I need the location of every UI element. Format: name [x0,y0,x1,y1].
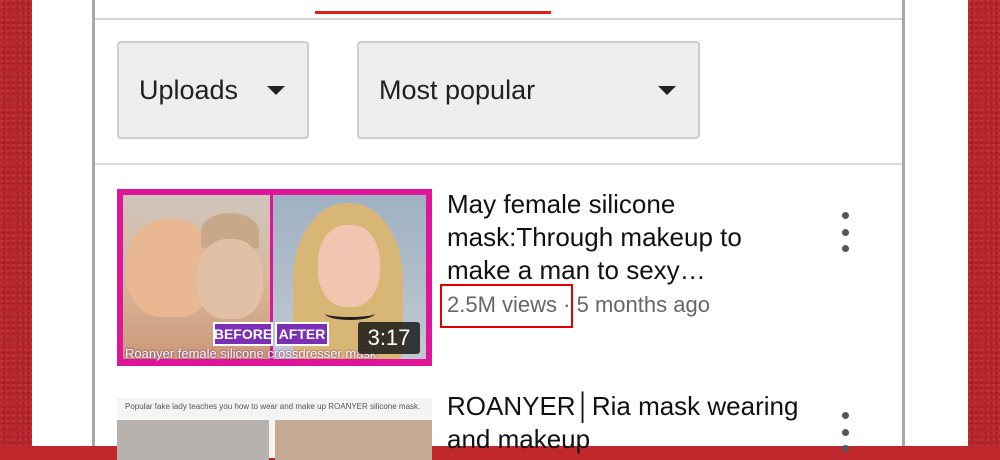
kebab-menu-icon[interactable] [840,412,850,452]
thumbnail-before-tag: BEFORE [213,322,273,346]
video-thumbnail[interactable]: BEFORE AFTER Roanyer female silicone cro… [117,189,432,366]
thumbnail-2-text: Popular fake lady teaches you how to wea… [125,402,421,411]
video-title-2[interactable]: ROANYER│Ria mask wearing and makeup [447,390,807,456]
background-left [0,0,32,446]
sort-dropdown-label: Most popular [379,74,536,105]
background-right [968,0,1000,446]
thumbnail-after-tag: AFTER [275,322,329,346]
active-tab-indicator [315,11,551,14]
video-title[interactable]: May female silicone mask:Through makeup … [447,188,807,287]
caret-down-icon [658,85,676,95]
uploads-dropdown-label: Uploads [139,74,239,105]
video-thumbnail-2[interactable]: Popular fake lady teaches you how to wea… [117,398,432,460]
views-highlight-box [440,284,573,328]
caret-down-icon [267,85,285,95]
tab-bar [95,0,902,20]
video-duration-badge: 3:17 [358,322,420,354]
uploads-dropdown[interactable]: Uploads [117,41,309,139]
phone-screen: Uploads Most popular BEFORE AFTER Roanye… [92,0,905,460]
kebab-menu-icon[interactable] [840,212,850,252]
divider [95,163,902,165]
video-age: 5 months ago [576,292,710,317]
sort-dropdown[interactable]: Most popular [357,41,700,139]
